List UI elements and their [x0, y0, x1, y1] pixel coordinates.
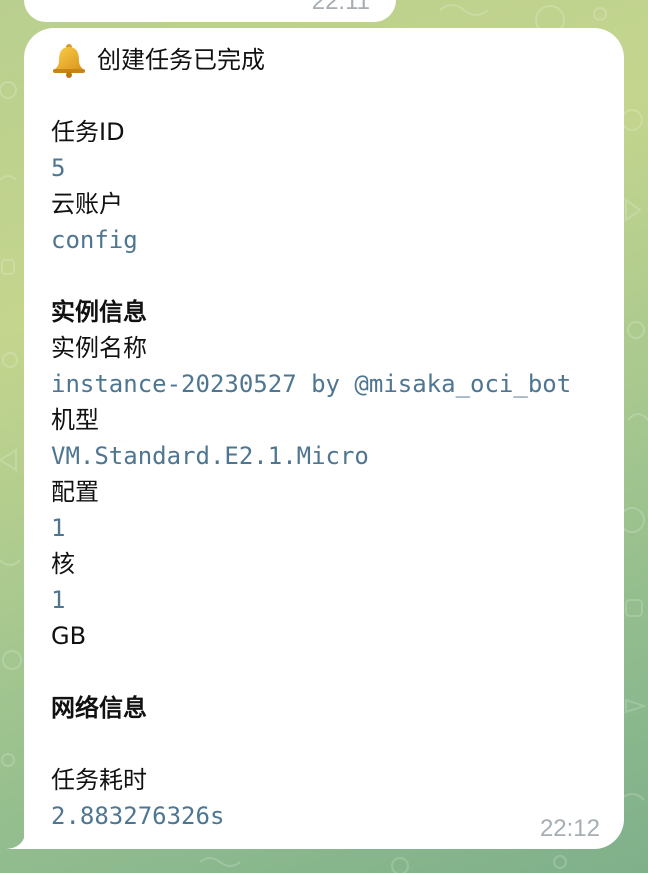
instance-name-label: 实例名称	[51, 334, 147, 362]
message-bubble[interactable]: 创建任务已完成 任务ID 5 云账户 config 实例信息 实例名称 inst…	[24, 28, 624, 849]
network-section-heading: 网络信息	[51, 694, 147, 722]
instance-name-value[interactable]: instance-20230527 by @misaka_oci_bot	[51, 366, 604, 402]
instance-section-heading: 实例信息	[51, 298, 147, 326]
message-time: 22:12	[539, 815, 600, 842]
previous-message-bubble: 22:11	[24, 0, 396, 22]
cloud-account-value[interactable]: config	[51, 222, 604, 258]
message-title-row: 创建任务已完成	[51, 42, 604, 78]
memory-unit: GB	[51, 622, 87, 650]
task-id-label: 任务ID	[51, 118, 125, 146]
shape-label: 机型	[51, 406, 99, 434]
cloud-account-label: 云账户	[51, 190, 123, 218]
previous-message-time: 22:11	[311, 0, 370, 15]
cores-value[interactable]: 1	[51, 510, 604, 546]
message-title: 创建任务已完成	[97, 46, 265, 74]
task-id-value[interactable]: 5	[51, 150, 604, 186]
shape-value[interactable]: VM.Standard.E2.1.Micro	[51, 438, 604, 474]
cores-unit: 核	[51, 550, 75, 578]
duration-label: 任务耗时	[51, 766, 147, 794]
config-label: 配置	[51, 478, 99, 506]
bell-icon	[53, 44, 85, 78]
memory-value[interactable]: 1	[51, 582, 604, 618]
duration-value[interactable]: 2.883276326s	[51, 798, 604, 834]
